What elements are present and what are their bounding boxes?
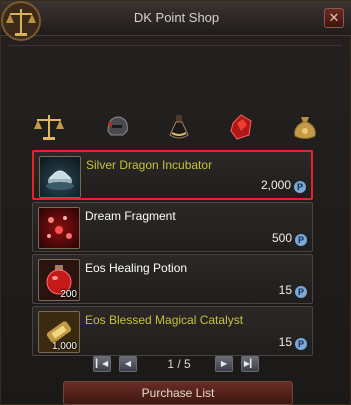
window-title: DK Point Shop	[133, 10, 220, 25]
dk-point-icon: P	[294, 181, 306, 193]
item-thumbnail: 200	[38, 259, 80, 301]
item-price: 15	[278, 335, 292, 349]
list-item-dream-fragment[interactable]: Dream Fragment 500 P	[32, 202, 313, 252]
item-thumbnail	[39, 156, 81, 198]
scales-tab-icon[interactable]	[31, 109, 67, 145]
list-item-eos-blessed-magical-catalyst[interactable]: 1,000 Eos Blessed Magical Catalyst 15 P	[32, 306, 313, 356]
item-name: Eos Blessed Magical Catalyst	[85, 313, 244, 327]
close-button[interactable]: ✕	[324, 8, 344, 28]
item-quantity: 1,000	[51, 341, 77, 352]
incubator-icon	[46, 170, 74, 190]
title-bar: DK Point Shop ✕	[1, 1, 351, 36]
next-page-button[interactable]: ▶	[215, 356, 233, 372]
dk-point-icon: P	[295, 338, 307, 350]
item-price: 15	[278, 283, 292, 297]
shop-window: DK Point Shop ✕ Silver Dragon Incubator …	[0, 0, 351, 405]
item-thumbnail: 1,000	[38, 311, 80, 353]
first-page-button[interactable]: ▎◀	[93, 356, 111, 372]
item-quantity: 200	[60, 289, 77, 300]
purchase-list-button[interactable]: Purchase List	[63, 381, 293, 405]
helmet-tab-icon[interactable]	[99, 109, 135, 145]
last-page-button[interactable]: ▶▎	[241, 356, 259, 372]
dream-fragment-icon	[47, 216, 72, 239]
dk-point-icon: P	[295, 234, 307, 246]
item-price: 500	[271, 231, 292, 245]
pagination: ▎◀ ◀ 1 / 5 ▶ ▶▎	[93, 356, 263, 372]
item-name: Eos Healing Potion	[85, 261, 188, 275]
ruby-gem-tab-icon[interactable]	[223, 109, 259, 145]
list-item-silver-dragon-incubator[interactable]: Silver Dragon Incubator 2,000 P	[32, 150, 313, 200]
item-name: Silver Dragon Incubator	[86, 158, 213, 172]
potion-flask-tab-icon[interactable]	[161, 109, 197, 145]
header-divider	[9, 45, 342, 46]
dk-point-icon: P	[295, 286, 307, 298]
item-price: 2,000	[260, 178, 291, 192]
page-indicator: 1 / 5	[167, 357, 191, 371]
list-item-eos-healing-potion[interactable]: 200 Eos Healing Potion 15 P	[32, 254, 313, 304]
item-name: Dream Fragment	[85, 209, 176, 223]
prev-page-button[interactable]: ◀	[119, 356, 137, 372]
purchase-list-label: Purchase List	[141, 386, 215, 400]
category-tabs	[31, 109, 331, 149]
item-thumbnail	[38, 207, 80, 249]
money-bag-tab-icon[interactable]	[287, 109, 323, 145]
